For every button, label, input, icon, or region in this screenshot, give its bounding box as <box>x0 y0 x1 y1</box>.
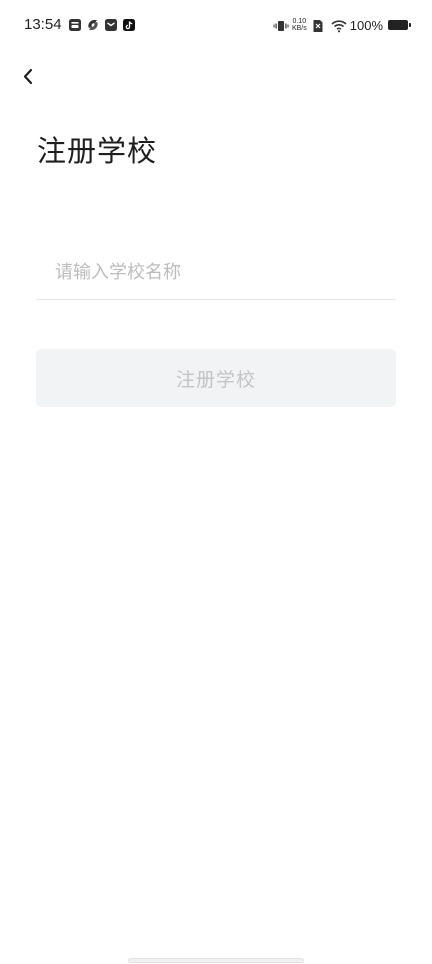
network-speed-value: 0.10 <box>292 18 307 25</box>
app-notification-icon <box>68 17 82 31</box>
network-speed: 0.10 KB/s <box>292 18 307 32</box>
battery-percent: 100% <box>349 17 383 33</box>
network-speed-unit: KB/s <box>291 25 307 32</box>
message-icon <box>104 17 118 31</box>
tiktok-icon <box>122 17 136 31</box>
status-system-icons: 0.10 KB/s 100% <box>273 15 411 35</box>
chevron-left-icon <box>23 68 33 85</box>
status-time: 13:54 <box>24 16 62 33</box>
vibrate-icon <box>273 18 289 32</box>
sim-icon <box>312 18 326 32</box>
sync-app-icon <box>86 17 100 31</box>
register-school-screen: 13:54 0.10 KB/s 100% 注册学校 请输入学校名称 注册学校 <box>0 0 432 964</box>
wifi-icon <box>331 18 347 33</box>
school-name-input[interactable] <box>36 246 396 300</box>
register-school-button[interactable]: 注册学校 <box>36 349 396 407</box>
status-notification-icons <box>68 17 136 31</box>
battery-icon <box>388 20 411 30</box>
back-button[interactable] <box>14 62 42 90</box>
page-title: 注册学校 <box>37 134 158 168</box>
status-bar: 13:54 0.10 KB/s 100% <box>0 0 432 52</box>
home-indicator[interactable] <box>128 958 304 963</box>
